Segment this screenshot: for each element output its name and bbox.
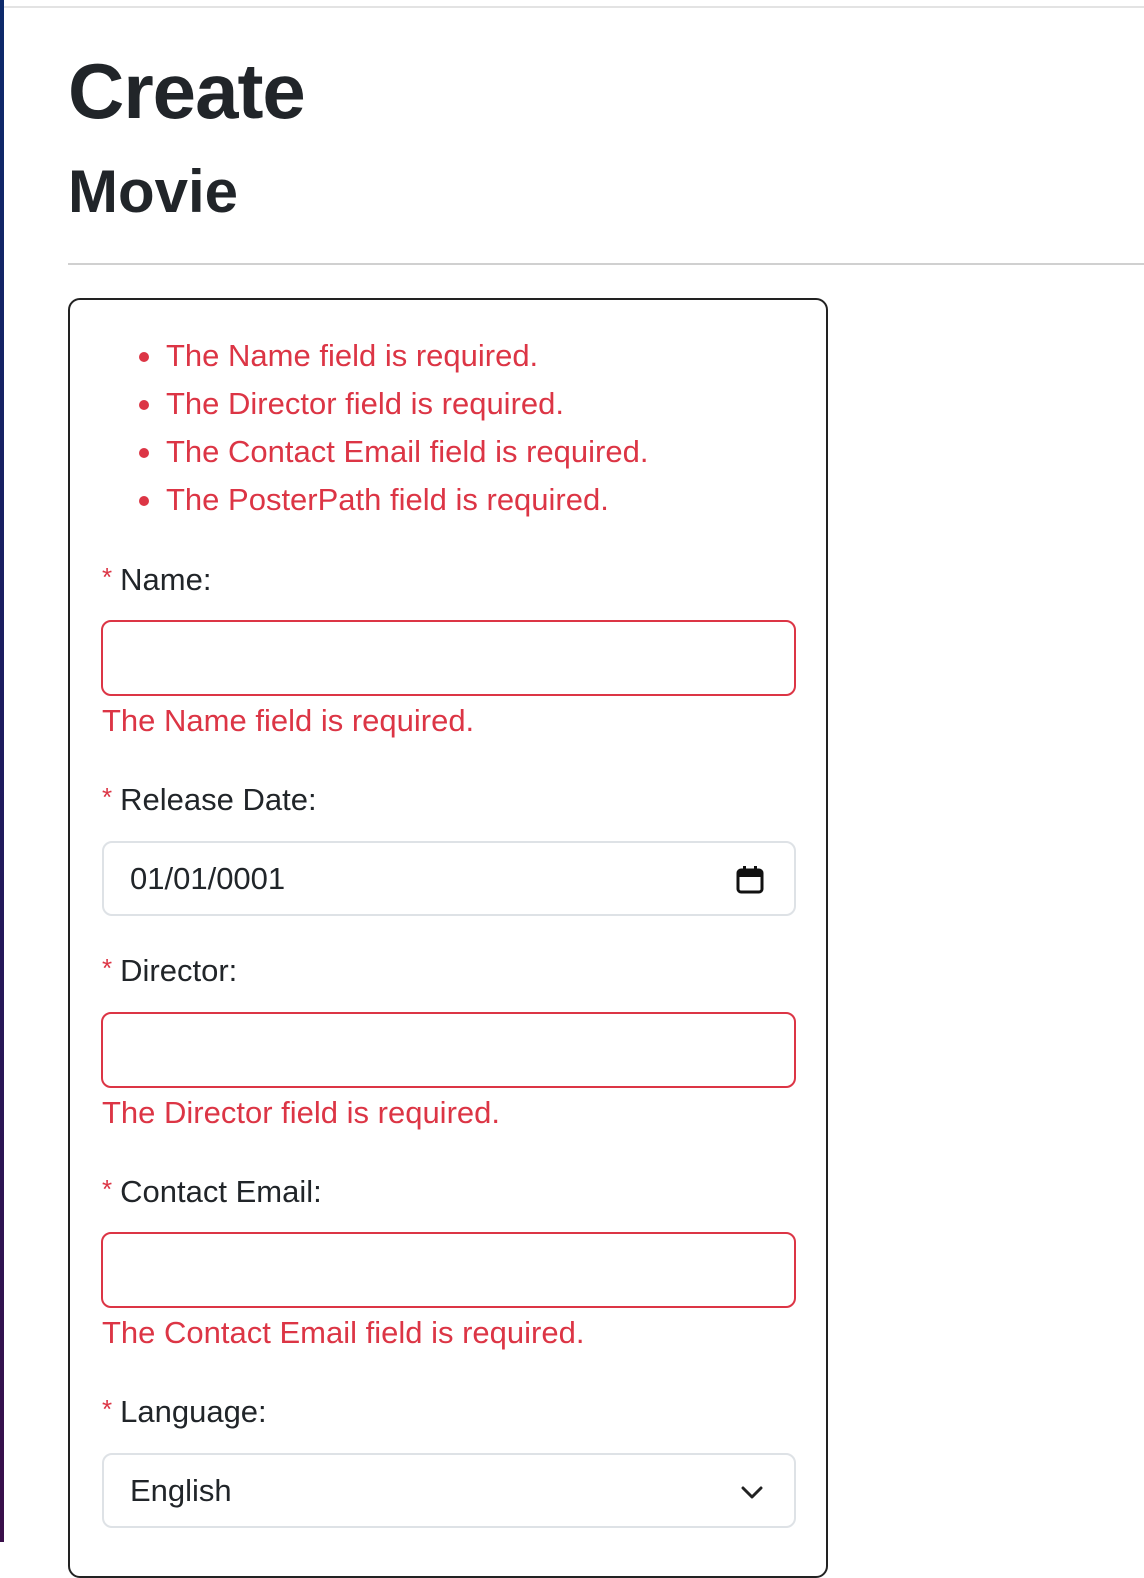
header-divider <box>68 263 1144 265</box>
required-marker: * <box>102 782 113 812</box>
required-marker: * <box>102 562 113 592</box>
language-selected-value: English <box>130 1472 232 1508</box>
contact-email-error: The Contact Email field is required. <box>102 1315 585 1350</box>
release-date-value: 01/01/0001 <box>130 860 286 896</box>
name-input[interactable] <box>101 620 796 696</box>
language-label-text: Language: <box>120 1394 267 1429</box>
chevron-down-icon <box>741 1486 763 1499</box>
release-date-label: * Release Date: <box>102 782 317 818</box>
name-label-text: Name: <box>120 562 212 597</box>
release-date-input[interactable]: 01/01/0001 <box>102 841 796 916</box>
sidebar-edge <box>0 0 4 1542</box>
name-label: * Name: <box>102 562 211 598</box>
release-date-label-text: Release Date: <box>120 782 317 817</box>
language-label: * Language: <box>102 1394 267 1430</box>
director-error: The Director field is required. <box>102 1095 500 1130</box>
top-divider <box>4 6 1144 8</box>
language-select[interactable]: English <box>102 1453 796 1528</box>
validation-summary: The Name field is required. The Director… <box>100 336 648 528</box>
director-input[interactable] <box>101 1012 796 1088</box>
contact-email-label: * Contact Email: <box>102 1174 322 1210</box>
contact-email-label-text: Contact Email: <box>120 1174 322 1209</box>
required-marker: * <box>102 1174 113 1204</box>
validation-summary-item: The Director field is required. <box>100 384 648 432</box>
page-title: Create <box>68 47 306 135</box>
contact-email-input[interactable] <box>101 1232 796 1308</box>
name-error: The Name field is required. <box>102 703 475 738</box>
director-label: * Director: <box>102 953 237 989</box>
validation-summary-item: The Name field is required. <box>100 336 648 384</box>
required-marker: * <box>102 1394 113 1424</box>
director-label-text: Director: <box>120 953 238 988</box>
required-marker: * <box>102 953 113 983</box>
page-subtitle: Movie <box>68 158 239 225</box>
validation-summary-item: The Contact Email field is required. <box>100 432 648 480</box>
validation-summary-item: The PosterPath field is required. <box>100 480 648 528</box>
calendar-icon[interactable] <box>736 865 764 895</box>
